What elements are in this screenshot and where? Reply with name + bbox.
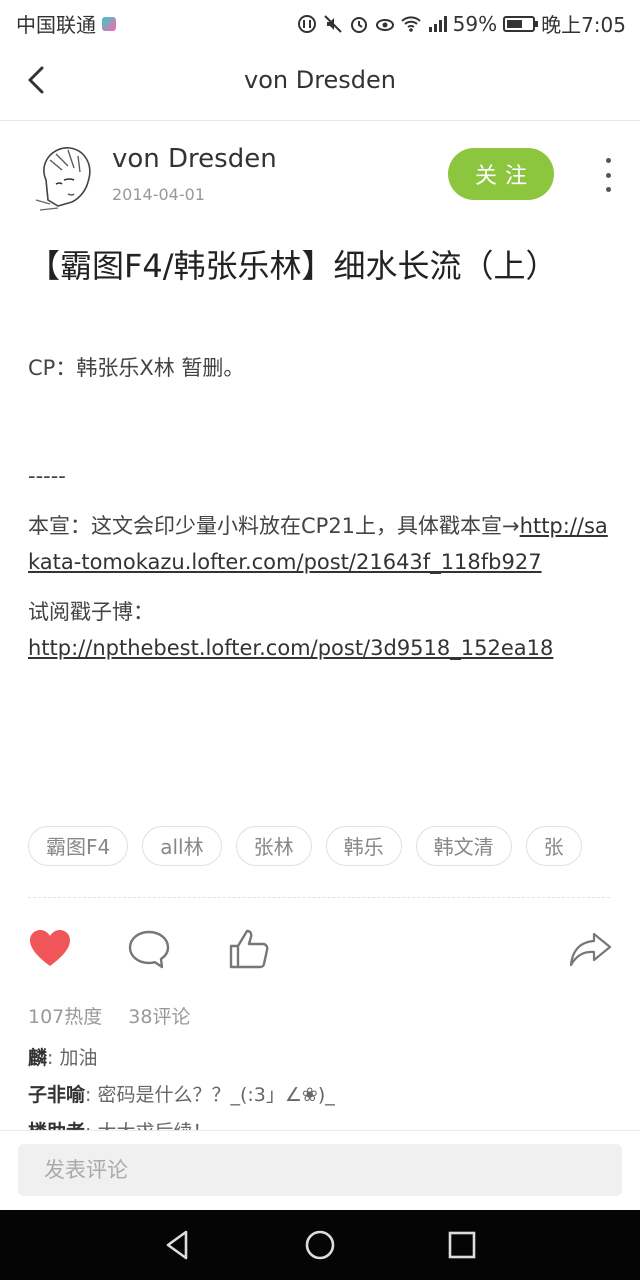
comment-bubble-icon[interactable]	[126, 926, 172, 972]
tag-list: 霸图F4 all林 张林 韩乐 韩文清张	[28, 826, 611, 870]
post-title: 【霸图F4/韩张乐林】细水长流（上）	[28, 247, 558, 285]
comment-preview-item[interactable]: 子非喻: 密码是什么？？_(:3」∠❀)_	[28, 1077, 618, 1114]
signal-icon	[428, 15, 447, 32]
battery-percent: 59%	[452, 11, 498, 36]
status-bar: 中国联通 59% 晚上7:05	[0, 0, 640, 44]
comment-user: 子非喻	[28, 1084, 86, 1106]
comment-count[interactable]: 38评论	[128, 1006, 190, 1028]
avatar[interactable]	[28, 140, 100, 212]
system-navigation-bar	[0, 1210, 640, 1280]
trial-text: 试阅戳子博：	[28, 600, 154, 624]
comment-preview-item[interactable]: 麟: 加油	[28, 1040, 618, 1077]
thumbs-up-icon[interactable]	[226, 926, 272, 972]
comment-input[interactable]	[18, 1144, 622, 1196]
status-right: 59% 晚上7:05	[297, 9, 626, 38]
comment-text: : 加油	[47, 1047, 98, 1069]
promo-paragraph: 本宣：这文会印少量小料放在CP21上，具体戳本宣→http://sakata-t…	[28, 508, 610, 580]
post-body: CP：韩张乐X林 暂删。 ----- 本宣：这文会印少量小料放在CP21上，具体…	[28, 350, 610, 666]
wifi-icon	[400, 15, 421, 32]
comment-text: : 密码是什么？？_(:3」∠❀)_	[85, 1084, 335, 1106]
post-date: 2014-04-01	[112, 185, 205, 204]
clock: 晚上7:05	[541, 13, 626, 37]
separator-text: -----	[28, 464, 66, 488]
post-stats: 107热度 38评论	[28, 1002, 216, 1029]
tag-chip[interactable]: all林	[142, 826, 222, 866]
status-left: 中国联通	[16, 9, 116, 38]
top-nav-bar: von Dresden	[0, 44, 640, 121]
tag-chip[interactable]: 霸图F4	[28, 826, 129, 866]
page-title: von Dresden	[243, 66, 397, 94]
more-options-icon[interactable]	[598, 158, 618, 192]
promo-text: 本宣：这文会印少量小料放在CP21上，具体戳本宣→	[28, 514, 520, 538]
system-home-icon[interactable]	[302, 1227, 338, 1263]
comment-user: 麟	[28, 1047, 48, 1069]
alarm-icon	[350, 16, 367, 33]
eye-comfort-icon	[375, 18, 394, 31]
carrier-label: 中国联通	[16, 13, 96, 37]
share-icon[interactable]	[567, 926, 613, 972]
tag-chip[interactable]: 张林	[235, 826, 312, 866]
author-name[interactable]: von Dresden	[112, 144, 277, 174]
heat-count[interactable]: 107热度	[28, 1006, 102, 1028]
tag-chip[interactable]: 韩文清	[415, 826, 512, 866]
data-saver-icon	[297, 14, 316, 33]
divider	[28, 897, 610, 898]
tag-chip[interactable]: 张	[525, 826, 582, 866]
trial-paragraph: http://npthebest.lofter.com/post/3d9518_…	[28, 630, 610, 666]
tag-chip[interactable]: 韩乐	[325, 826, 402, 866]
trial-link[interactable]: http://npthebest.lofter.com/post/3d9518_…	[28, 636, 553, 660]
system-recents-icon[interactable]	[444, 1227, 480, 1263]
like-heart-icon[interactable]	[27, 926, 73, 972]
app-notification-icon	[102, 16, 116, 31]
follow-button[interactable]: 关注	[448, 148, 554, 200]
system-back-icon[interactable]	[160, 1227, 196, 1263]
cp-line: CP：韩张乐X林 暂删。	[28, 356, 245, 380]
battery-icon	[503, 15, 539, 32]
mute-icon	[323, 14, 342, 33]
comment-bar	[0, 1130, 640, 1211]
